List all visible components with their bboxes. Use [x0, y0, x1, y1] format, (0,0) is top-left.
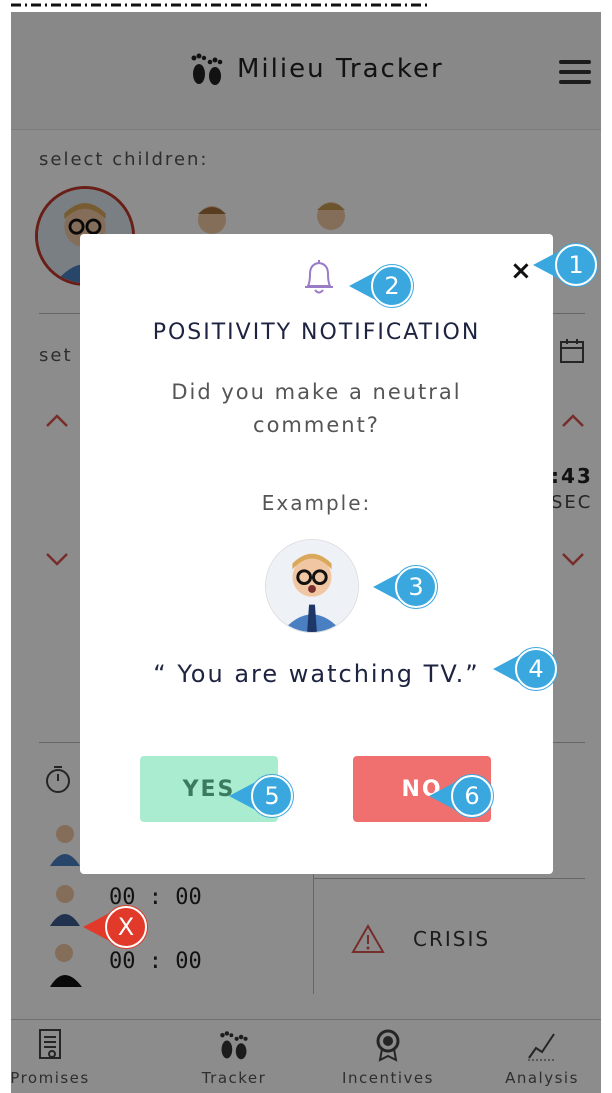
callout-marker: 5	[229, 775, 293, 817]
callout-marker: 2	[349, 265, 413, 307]
bell-icon	[305, 260, 333, 294]
dashed-border	[11, 3, 431, 7]
callout-marker: 6	[429, 775, 493, 817]
close-icon[interactable]: ×	[510, 256, 532, 286]
modal-question: Did you make a neutral comment?	[171, 380, 462, 437]
example-label: Example:	[261, 491, 372, 515]
example-avatar	[265, 539, 359, 633]
app-screen: Milieu Tracker select children: set :43 …	[11, 12, 601, 1093]
callout-marker: 3	[373, 566, 437, 608]
callout-marker: 1	[533, 244, 597, 286]
example-quote: “ You are watching TV.”	[153, 660, 480, 688]
modal-title: POSITIVITY NOTIFICATION	[152, 320, 481, 345]
callout-marker-x: X	[83, 906, 147, 948]
callout-marker: 4	[493, 648, 557, 690]
